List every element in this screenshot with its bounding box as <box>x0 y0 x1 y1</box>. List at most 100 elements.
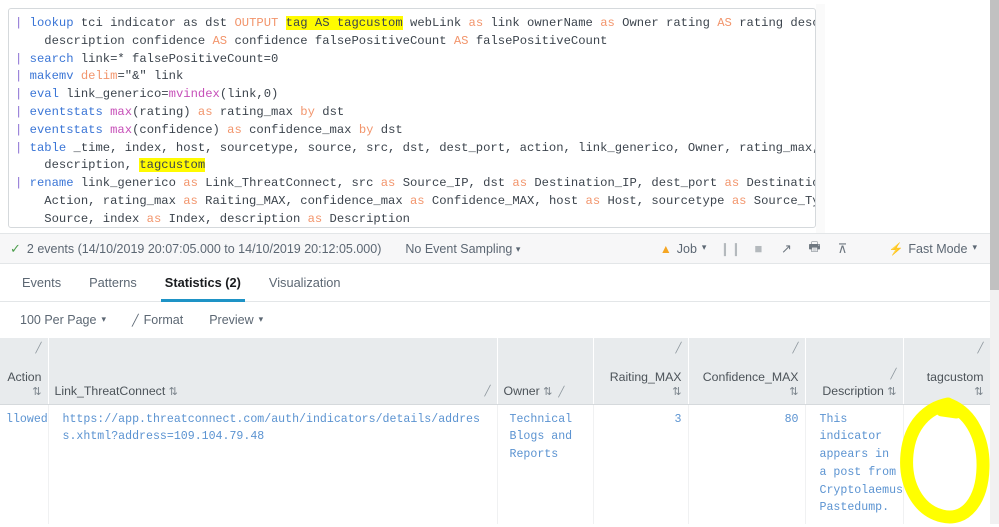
format-label: Format <box>143 313 184 327</box>
spl-line: description, tagcustom <box>15 157 807 175</box>
column-header-action[interactable]: ╱ Action ⇅ <box>0 338 49 405</box>
spl-token: table <box>29 140 67 155</box>
spl-token: webLink <box>402 16 469 30</box>
spl-token: Destination_Port action <box>746 176 815 191</box>
spl-token: link_generico= <box>58 87 169 102</box>
tab-patterns[interactable]: Patterns <box>75 265 151 301</box>
column-sort-control[interactable]: ⇅ <box>695 384 798 398</box>
spl-token: confidence falsePositiveCount <box>227 33 454 48</box>
per-page-dropdown[interactable]: 100 Per Page ▾ <box>10 309 116 331</box>
cell-link-threatconnect[interactable]: https://app.threatconnect.com/auth/indic… <box>48 404 498 524</box>
column-header-confidence-max[interactable]: ╱ Confidence_MAX ⇅ <box>688 338 806 405</box>
search-editor-scrollbar[interactable] <box>816 4 825 233</box>
download-icon[interactable]: ⊼ <box>828 241 856 257</box>
spl-token: | <box>15 51 30 66</box>
spl-token: | <box>15 140 30 155</box>
spl-token: Source, index <box>15 211 147 226</box>
spl-token: rating description <box>739 16 815 30</box>
pencil-icon[interactable]: ╱ <box>484 386 490 397</box>
column-header-raiting-max[interactable]: ╱ Raiting_MAX ⇅ <box>593 338 689 405</box>
cell-owner[interactable]: Technical Blogs and Reports <box>497 404 594 524</box>
column-header-description[interactable]: ╱ Description ⇅ <box>805 338 904 405</box>
table-row[interactable]: llowed https://app.threatconnect.com/auth… <box>0 404 990 524</box>
printer-icon[interactable]: 🖶 <box>800 238 828 260</box>
column-header-owner[interactable]: Owner ⇅ ╱ <box>497 338 594 405</box>
search-query-editor[interactable]: | lookup tci indicator as dst OUTPUT tag… <box>8 8 816 228</box>
column-header-tagcustom[interactable]: ╱ tagcustom ⇅ <box>903 338 990 405</box>
spl-highlighted-token: tagcustom <box>139 158 206 173</box>
spl-token: mvindex <box>168 87 220 102</box>
pencil-icon[interactable]: ╱ <box>558 387 564 398</box>
event-sampling-dropdown[interactable]: No Event Sampling ▾ <box>405 242 520 256</box>
cell-description[interactable]: This indicator appears in a post from Cr… <box>805 404 904 524</box>
spl-token: rename <box>29 176 74 191</box>
sort-arrow-icon[interactable]: ⇅ <box>887 386 896 398</box>
spl-token: max <box>110 122 133 137</box>
spl-token: | <box>15 87 30 102</box>
chevron-down-icon: ▾ <box>701 242 707 252</box>
spl-token: | <box>15 122 30 137</box>
job-dropdown[interactable]: ▲ Job ▾ <box>650 242 717 256</box>
tab-events[interactable]: Events <box>8 265 75 301</box>
job-status-bar: ✓ 2 events (14/10/2019 20:07:05.000 to 1… <box>0 233 999 264</box>
column-sort-control[interactable]: ⇅ <box>6 384 41 398</box>
pencil-icon[interactable]: ╱ <box>35 343 41 354</box>
sort-arrow-icon[interactable]: ⇅ <box>672 386 681 398</box>
lightning-bolt-icon: ⚡ <box>888 241 904 256</box>
sort-arrow-icon[interactable]: ⇅ <box>32 386 41 398</box>
spl-token <box>74 69 81 83</box>
stop-icon[interactable]: ■ <box>744 241 772 256</box>
column-header-label: Action <box>7 369 42 384</box>
results-table: ╱ Action ⇅ Link_ThreatConnect ⇅ ╱ Owner ⇅ ╱ ╱ Ra… <box>0 338 990 524</box>
page-scrollbar[interactable] <box>990 0 999 524</box>
warning-triangle-icon: ▲ <box>659 241 672 256</box>
format-button[interactable]: ╱ Format <box>122 309 193 331</box>
pencil-icon[interactable]: ╱ <box>977 343 983 354</box>
column-header-row: Owner ⇅ ╱ <box>504 384 587 398</box>
search-mode-label: Fast Mode <box>908 241 968 256</box>
column-header-link-threatconnect[interactable]: Link_ThreatConnect ⇅ ╱ <box>48 338 498 405</box>
tab-statistics-2[interactable]: Statistics (2) <box>151 265 255 302</box>
spl-token: by <box>358 122 374 137</box>
column-header-label: Raiting_MAX <box>609 369 682 384</box>
pencil-icon[interactable]: ╱ <box>890 369 896 380</box>
spl-token: as <box>307 211 323 226</box>
spl-token: link_generico <box>73 176 184 191</box>
sort-arrow-icon[interactable]: ⇅ <box>789 386 798 398</box>
column-header-label: Confidence_MAX <box>702 369 799 384</box>
cell-tagcustom[interactable] <box>903 404 990 524</box>
spl-token: Source_IP, dst <box>395 176 513 191</box>
sort-arrow-icon[interactable]: ⇅ <box>169 386 178 398</box>
cell-raiting-max[interactable]: 3 <box>593 404 689 524</box>
spl-token: AS <box>717 16 732 30</box>
pencil-icon[interactable]: ╱ <box>792 343 798 354</box>
pencil-icon[interactable]: ╱ <box>675 343 681 354</box>
search-query-area: | lookup tci indicator as dst OUTPUT tag… <box>0 0 999 233</box>
sort-arrow-icon[interactable]: ⇅ <box>974 386 983 398</box>
spl-token: eventstats <box>29 104 103 119</box>
sort-arrow-icon[interactable]: ⇅ <box>543 386 552 398</box>
preview-dropdown[interactable]: Preview ▾ <box>199 309 273 331</box>
spl-token: OUTPUT <box>234 16 279 30</box>
page-scrollbar-thumb[interactable] <box>990 0 999 290</box>
share-arrow-icon[interactable]: ↗ <box>772 241 800 257</box>
column-sort-control[interactable]: ⇅ <box>910 384 983 398</box>
tab-visualization[interactable]: Visualization <box>255 265 355 301</box>
cell-confidence-max[interactable]: 80 <box>688 404 806 524</box>
pause-icon[interactable]: ❙❙ <box>716 241 744 257</box>
spl-token <box>103 123 110 137</box>
cell-action[interactable]: llowed <box>0 404 49 524</box>
results-table-container[interactable]: ╱ Action ⇅ Link_ThreatConnect ⇅ ╱ Owner ⇅ ╱ ╱ Ra… <box>0 338 990 524</box>
event-count-label: 2 events (14/10/2019 20:07:05.000 to 14/… <box>26 241 382 256</box>
search-mode-dropdown[interactable]: ⚡ Fast Mode ▾ <box>878 242 987 256</box>
spl-token: as <box>146 211 162 226</box>
spl-query-text[interactable]: | lookup tci indicator as dst OUTPUT tag… <box>15 15 815 227</box>
spl-token: tci indicator as dst <box>73 16 235 30</box>
column-header-label: Owner <box>503 383 540 398</box>
column-sort-control[interactable]: ⇅ <box>600 384 681 398</box>
results-toolbar: 100 Per Page ▾ ╱ Format Preview ▾ <box>0 302 999 338</box>
event-sampling-label: No Event Sampling <box>405 241 513 256</box>
spl-token: lookup <box>29 16 74 30</box>
spl-token: | <box>15 176 30 191</box>
spl-token: by <box>300 104 315 119</box>
